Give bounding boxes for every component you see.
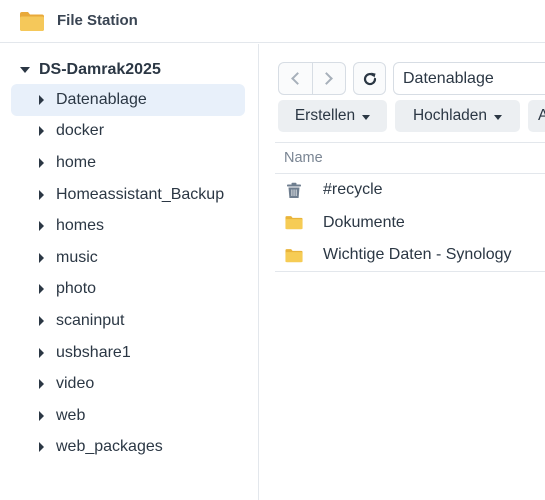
caret-down-icon[interactable]	[20, 67, 30, 73]
sidebar-item-label: video	[56, 375, 95, 393]
sidebar-item-label: usbshare1	[56, 343, 131, 361]
sidebar-item-scaninput[interactable]: scaninput	[11, 305, 245, 337]
sidebar-item-label: music	[56, 248, 98, 266]
sidebar-item-label: Datenablage	[56, 90, 147, 108]
file-row-label: Dokumente	[323, 213, 405, 231]
caret-right-icon[interactable]	[39, 126, 44, 137]
file-row-recycle[interactable]: #recycle	[275, 174, 545, 207]
sidebar-item-photo[interactable]: photo	[11, 274, 245, 306]
caret-right-icon[interactable]	[39, 379, 44, 390]
caret-right-icon[interactable]	[39, 252, 44, 263]
file-list: #recycle Dokumente Wichtige Daten - Syno…	[275, 174, 545, 272]
sidebar-root-label: DS-Damrak2025	[39, 61, 161, 78]
file-row-label: #recycle	[323, 181, 383, 199]
chevron-down-icon	[494, 114, 503, 120]
path-input[interactable]: Datenablage	[393, 62, 545, 95]
caret-right-icon[interactable]	[39, 221, 44, 232]
sidebar-item-label: home	[56, 153, 97, 171]
sidebar-root-node[interactable]: DS-Damrak2025	[20, 59, 161, 81]
caret-right-icon[interactable]	[39, 410, 44, 421]
sidebar-item-label: web	[56, 406, 86, 424]
title-bar: File Station	[0, 0, 545, 43]
action-button-label: A	[538, 107, 545, 124]
sidebar: DS-Damrak2025 Datenablage docker home Ho…	[0, 44, 259, 500]
column-header-name[interactable]: Name	[284, 150, 323, 166]
folder-icon	[285, 215, 303, 231]
trash-icon	[285, 182, 303, 198]
file-row-wichtige-daten[interactable]: Wichtige Daten - Synology	[275, 239, 545, 272]
file-row-dokumente[interactable]: Dokumente	[275, 207, 545, 240]
sidebar-item-web-packages[interactable]: web_packages	[11, 432, 245, 464]
sidebar-item-video[interactable]: video	[11, 368, 245, 400]
divider	[275, 271, 545, 272]
sidebar-item-label: docker	[56, 122, 105, 140]
folder-tree: Datenablage docker home Homeassistant_Ba…	[11, 84, 245, 463]
sidebar-item-label: photo	[56, 280, 97, 298]
upload-button-label: Hochladen	[412, 107, 488, 124]
create-button[interactable]: Erstellen	[278, 100, 387, 132]
sidebar-item-label: Homeassistant_Backup	[56, 185, 225, 203]
main-pane: Datenablage Erstellen Hochladen A Name #…	[260, 44, 545, 500]
sidebar-item-datenablage[interactable]: Datenablage	[11, 84, 245, 116]
chevron-left-icon	[290, 72, 304, 85]
sidebar-item-web[interactable]: web	[11, 400, 245, 432]
caret-right-icon[interactable]	[39, 442, 44, 453]
sidebar-item-docker[interactable]: docker	[11, 116, 245, 148]
sidebar-item-label: web_packages	[56, 438, 163, 456]
file-row-label: Wichtige Daten - Synology	[323, 246, 512, 264]
refresh-icon	[363, 72, 376, 85]
sidebar-item-home[interactable]: home	[11, 147, 245, 179]
upload-button[interactable]: Hochladen	[395, 100, 520, 132]
back-button[interactable]	[279, 63, 312, 94]
history-nav	[278, 62, 346, 95]
app-title: File Station	[57, 12, 138, 29]
folder-icon	[20, 12, 44, 31]
sidebar-item-label: homes	[56, 217, 105, 235]
sidebar-item-label: scaninput	[56, 311, 125, 329]
file-list-header: Name	[275, 142, 545, 173]
sidebar-item-homeassistant-backup[interactable]: Homeassistant_Backup	[11, 179, 245, 211]
caret-right-icon[interactable]	[39, 284, 44, 295]
chevron-right-icon	[320, 72, 334, 85]
file-station-window: File Station DS-Damrak2025 Datenablage d…	[0, 0, 545, 500]
sidebar-item-usbshare1[interactable]: usbshare1	[11, 337, 245, 369]
caret-right-icon[interactable]	[39, 315, 44, 326]
chevron-down-icon	[362, 114, 371, 120]
action-button[interactable]: A	[528, 100, 545, 132]
caret-right-icon[interactable]	[39, 94, 44, 105]
caret-right-icon[interactable]	[39, 189, 44, 200]
create-button-label: Erstellen	[294, 107, 356, 124]
sidebar-item-homes[interactable]: homes	[11, 210, 245, 242]
sidebar-item-music[interactable]: music	[11, 242, 245, 274]
forward-button[interactable]	[311, 63, 346, 94]
refresh-button[interactable]	[353, 62, 386, 95]
caret-right-icon[interactable]	[39, 157, 44, 168]
caret-right-icon[interactable]	[39, 347, 44, 358]
folder-icon	[285, 247, 303, 263]
path-input-value: Datenablage	[403, 69, 494, 87]
